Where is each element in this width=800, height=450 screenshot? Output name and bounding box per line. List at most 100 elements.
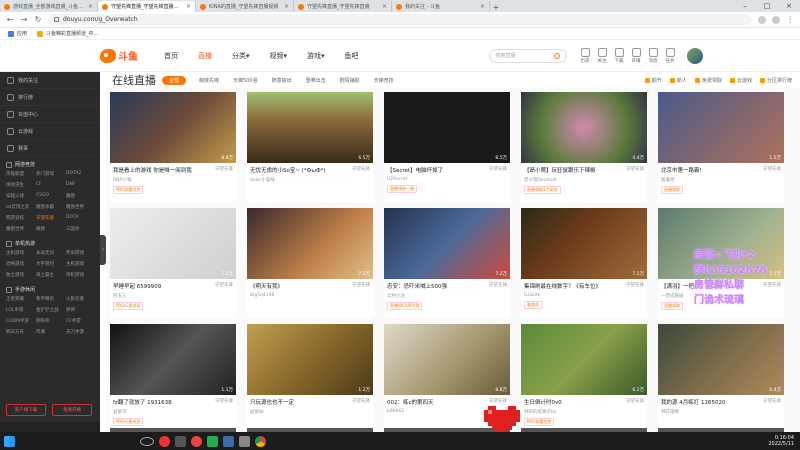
sidebar-category[interactable]: 王者荣耀 xyxy=(6,296,34,302)
sidebar-category[interactable]: 鸣潮 xyxy=(36,329,64,335)
avatar[interactable] xyxy=(686,47,703,64)
stream-thumbnail[interactable]: 4.4万 xyxy=(521,92,647,163)
stream-thumbnail[interactable]: 1.5万 xyxy=(658,92,784,163)
maximize-icon[interactable]: □ xyxy=(756,0,778,12)
streamer-name[interactable]: 益紫妹 xyxy=(250,409,264,415)
nav-video[interactable]: 视频▾ xyxy=(260,51,298,61)
sidebar-category[interactable]: 穿越火线 xyxy=(6,193,34,199)
sidebar-category[interactable]: 明日方舟 xyxy=(6,329,34,335)
sidebar-category[interactable]: 主机游戏 xyxy=(66,261,94,267)
system-clock[interactable]: 0:16:04 2022/5/11 xyxy=(768,435,794,447)
stream-category[interactable]: 守望先锋 xyxy=(215,166,233,172)
stream-category[interactable]: 守望先锋 xyxy=(352,166,370,172)
stream-thumbnail[interactable]: 6.4万 xyxy=(658,324,784,395)
app-icon[interactable] xyxy=(191,435,202,447)
back-icon[interactable]: ← xyxy=(6,15,14,24)
streamer-name[interactable]: 林阳的炼钢子tie xyxy=(524,409,557,415)
stream-title[interactable]: 只玩源也也不一定 xyxy=(250,398,342,406)
stream-title[interactable]: fz翻了就放了 1931638 xyxy=(113,398,205,406)
stream-category[interactable]: 守望先锋 xyxy=(489,282,507,288)
stream-title[interactable]: 北京市第一路霸! xyxy=(661,166,753,174)
sidebar-category[interactable]: CODM手游 xyxy=(6,318,34,324)
stream-title[interactable]: 我是看上的游戏 你是唯一阅到我 xyxy=(113,166,205,174)
app-icon[interactable] xyxy=(207,435,218,447)
stream-thumbnail[interactable]: 8.8万 xyxy=(384,324,510,395)
streamer-name[interactable]: U2Secret xyxy=(387,177,408,182)
streamer-name[interactable]: 阿五三 xyxy=(113,293,127,299)
streamer-name[interactable]: Big5d4198 xyxy=(250,293,274,298)
stream-category[interactable]: 守望先锋 xyxy=(626,282,644,288)
menu-icon[interactable]: ⋮ xyxy=(786,15,794,24)
forward-icon[interactable]: → xyxy=(20,15,28,24)
profile-icon[interactable] xyxy=(772,15,780,24)
stream-thumbnail[interactable]: 6.5万 xyxy=(247,92,373,163)
chrome-icon[interactable] xyxy=(255,435,266,447)
streamer-name[interactable]: 昂小莺Deutsutl xyxy=(524,177,557,183)
stream-title[interactable]: 【昂小莺】玩狂鼠跟乐下辣椒 xyxy=(524,166,616,174)
nav-games[interactable]: 游戏▾ xyxy=(297,51,335,61)
app-icon[interactable] xyxy=(159,435,170,447)
stream-card[interactable]: 1.1万 fz翻了就放了 1931638 守望先锋 益紫子 PRO行星成员 xyxy=(110,324,236,434)
reload-icon[interactable]: ↻ xyxy=(34,15,42,24)
sidebar-category[interactable]: 绝地求生 xyxy=(6,182,34,188)
stream-thumbnail[interactable]: 7.2万 xyxy=(247,208,373,279)
filter-all-chip[interactable]: 全部 xyxy=(162,75,187,85)
stream-category[interactable]: 守望先锋 xyxy=(763,398,781,404)
sidebar-category[interactable]: 热门游戏 xyxy=(36,171,64,177)
start-stream-button[interactable]: 我要开播 xyxy=(52,404,92,416)
streamer-name[interactable]: 益紫子 xyxy=(113,409,127,415)
stream-category[interactable]: 守望先锋 xyxy=(626,166,644,172)
new-tab-button[interactable]: + xyxy=(490,3,502,12)
sidebar-category[interactable]: LOL手游 xyxy=(6,307,34,313)
sidebar-item-recharge[interactable]: 充值中心 xyxy=(0,106,100,123)
stream-thumbnail[interactable]: 8.5万 xyxy=(384,92,510,163)
sort-hot-link[interactable]: 颜升 xyxy=(645,77,662,84)
filter-tag[interactable]: 萌妹先锋 xyxy=(192,77,226,84)
stream-title[interactable]: 集锦刷最在线数字？《有车位》 xyxy=(524,282,616,290)
stream-card[interactable]: 7.2万《明天有我》 守望先锋 Big5d4198 xyxy=(247,208,373,318)
sidebar-category[interactable]: 原神 xyxy=(66,307,94,313)
sidebar-category[interactable]: lol云顶之弈 xyxy=(6,204,34,210)
filter-tag[interactable]: 天梯竞技 xyxy=(367,77,401,84)
stream-thumbnail[interactable]: 1.2万 xyxy=(247,324,373,395)
search-icon[interactable] xyxy=(553,52,560,59)
sidebar-item-cloudgame[interactable]: 云游戏 xyxy=(0,123,100,140)
stream-card[interactable]: 4.4万 【昂小莺】玩狂鼠跟乐下辣椒 守望先锋 昂小莺Deutsutl 直播领取1个风花 xyxy=(521,92,647,202)
stream-card[interactable]: 7.2万 早睡早起 6599909 守望先锋 阿五三 PRO行星成员 xyxy=(110,208,236,318)
sidebar-category[interactable]: DNF xyxy=(66,182,94,188)
sidebar-category[interactable]: DOTA xyxy=(66,215,94,221)
cloud-game-link[interactable]: 云游戏 xyxy=(730,77,752,84)
stream-category[interactable]: 守望先锋 xyxy=(352,398,370,404)
sidebar-category[interactable]: 独立游戏 xyxy=(6,272,34,278)
nav-home[interactable]: 首页 xyxy=(154,51,188,61)
app-icon[interactable] xyxy=(175,435,186,447)
stream-category[interactable]: 守望先锋 xyxy=(352,282,370,288)
free-claim-link[interactable]: 免费领取 xyxy=(695,77,722,84)
stream-card[interactable]: 1.2万只玩源也也不一定 守望先锋益紫妹 xyxy=(247,324,373,434)
history-button[interactable]: 历史 xyxy=(580,47,590,64)
task-button[interactable]: 任务 xyxy=(665,47,675,64)
windows-start-icon[interactable] xyxy=(4,435,15,447)
browser-tab[interactable]: KINA的直播_守望先锋直播视频 × xyxy=(196,1,294,12)
browser-tab-active[interactable]: 守望先锋直播_守望先锋直播视频 × xyxy=(98,1,196,12)
stream-title[interactable]: 我的源 4月练打 1265020 xyxy=(661,398,753,406)
stream-card[interactable]: 6.4万 我的源 4月练打 1265020 守望先锋 林花落喔 xyxy=(658,324,784,434)
nav-category[interactable]: 分类▾ xyxy=(222,51,260,61)
stream-title[interactable]: 《明天有我》 xyxy=(250,282,342,290)
download-button[interactable]: 下载 xyxy=(614,47,624,64)
sidebar-category[interactable]: 单机游戏 xyxy=(66,272,94,278)
sidebar-category[interactable]: 魔兽争霸 xyxy=(36,204,64,210)
sort-new-link[interactable]: 新人 xyxy=(670,77,687,84)
message-button[interactable]: 消息 xyxy=(648,47,658,64)
douyu-logo[interactable]: 斗鱼 xyxy=(100,47,144,65)
streamer-name[interactable]: 云村小龙 xyxy=(387,293,405,299)
stream-card[interactable]: 6.2万 生日倒计时0v0 守望先锋 林阳的炼钢子tie PRO邪魔坦克 xyxy=(521,324,647,434)
streamer-name[interactable]: 一梦成嘉妞 xyxy=(661,293,684,299)
sidebar-category[interactable]: CSGO xyxy=(36,193,64,199)
extension-icon[interactable] xyxy=(758,15,766,24)
nav-yuba[interactable]: 鱼吧 xyxy=(335,51,369,61)
sidebar-category[interactable]: 文字冒险 xyxy=(36,261,64,267)
sidebar-category[interactable]: 魔兽 xyxy=(66,193,94,199)
stream-title[interactable]: 忠安：恐吓米喊上500强 xyxy=(387,282,479,290)
stream-category[interactable]: 守望先锋 xyxy=(763,166,781,172)
